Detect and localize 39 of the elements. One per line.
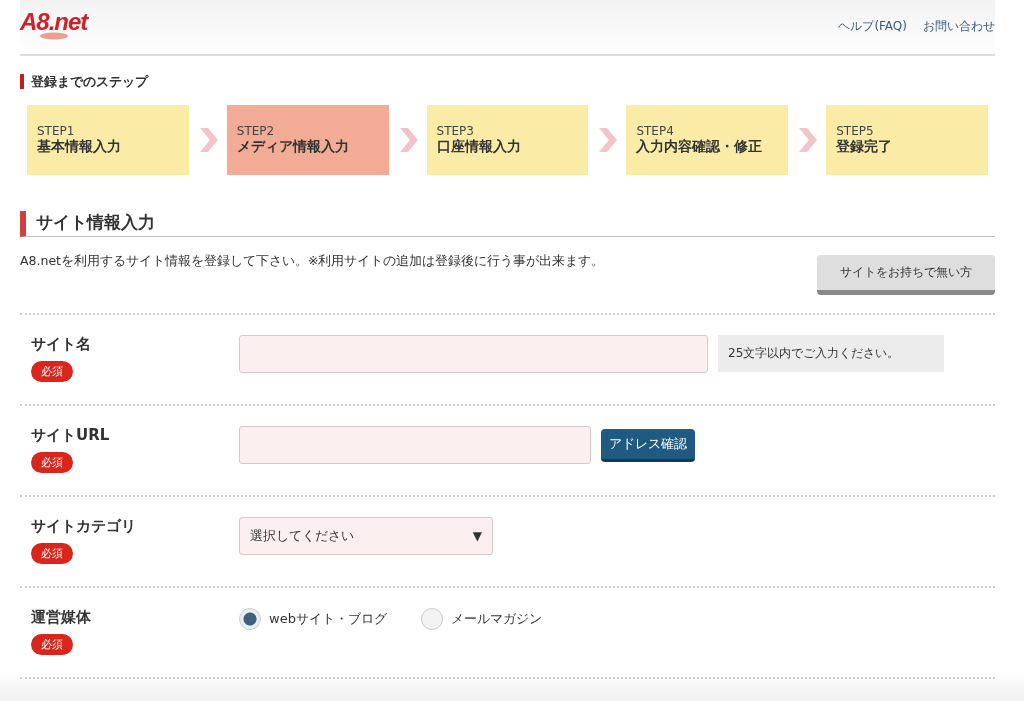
chevron-icon: [597, 128, 618, 152]
step-number: STEP2: [236, 124, 276, 138]
site-url-field[interactable]: [239, 426, 591, 464]
check-address-button[interactable]: アドレス確認: [601, 429, 695, 462]
required-badge: 必須: [31, 634, 73, 655]
field-label: サイトカテゴリ: [31, 517, 136, 536]
step-number: STEP4: [636, 124, 675, 138]
step-label: 口座情報入力: [436, 138, 522, 156]
logo[interactable]: A8.net: [20, 10, 88, 34]
chevron-icon: [797, 128, 818, 152]
radio-option[interactable]: メールマガジン: [420, 608, 542, 630]
step-label: 登録完了: [836, 138, 894, 156]
step-label: 入力内容確認・修正: [636, 138, 764, 156]
step-number: STEP1: [37, 124, 76, 138]
hint-text: 25文字以内でご入力ください。: [718, 335, 945, 372]
step-label: メディア情報入力: [236, 138, 350, 156]
radio-button[interactable]: [239, 608, 261, 630]
required-badge: 必須: [31, 452, 73, 473]
step-number: STEP3: [436, 124, 475, 138]
header-link[interactable]: お問い合わせ: [923, 18, 995, 35]
field-label: 運営媒体: [31, 608, 91, 627]
step-number: STEP5: [836, 124, 875, 138]
chevron-icon: [197, 128, 218, 152]
site-name-field[interactable]: [239, 335, 708, 373]
field-label: サイトURL: [31, 426, 110, 445]
radio-option[interactable]: webサイト・ブログ: [239, 608, 387, 630]
header-link[interactable]: ヘルプ(FAQ): [838, 18, 907, 35]
steps-heading: 登録までのステップ: [20, 74, 995, 89]
section-title: サイト情報入力: [20, 211, 995, 237]
required-badge: 必須: [31, 361, 73, 382]
step-label: 基本情報入力: [37, 138, 122, 156]
category-dropdown[interactable]: 選択してください ▼: [239, 517, 493, 555]
ellipse-icon: [38, 32, 69, 40]
field-label: サイト名: [31, 335, 91, 354]
radio-button[interactable]: [420, 608, 443, 630]
description-text: A8.netを利用するサイト情報を登録して下さい。※利用サイトの追加は登録後に行う事が出来ます。: [20, 253, 605, 270]
no-site-button[interactable]: サイトをお持ちで無い方: [817, 255, 995, 295]
chevron-icon: [397, 128, 418, 152]
required-badge: 必須: [31, 543, 73, 564]
